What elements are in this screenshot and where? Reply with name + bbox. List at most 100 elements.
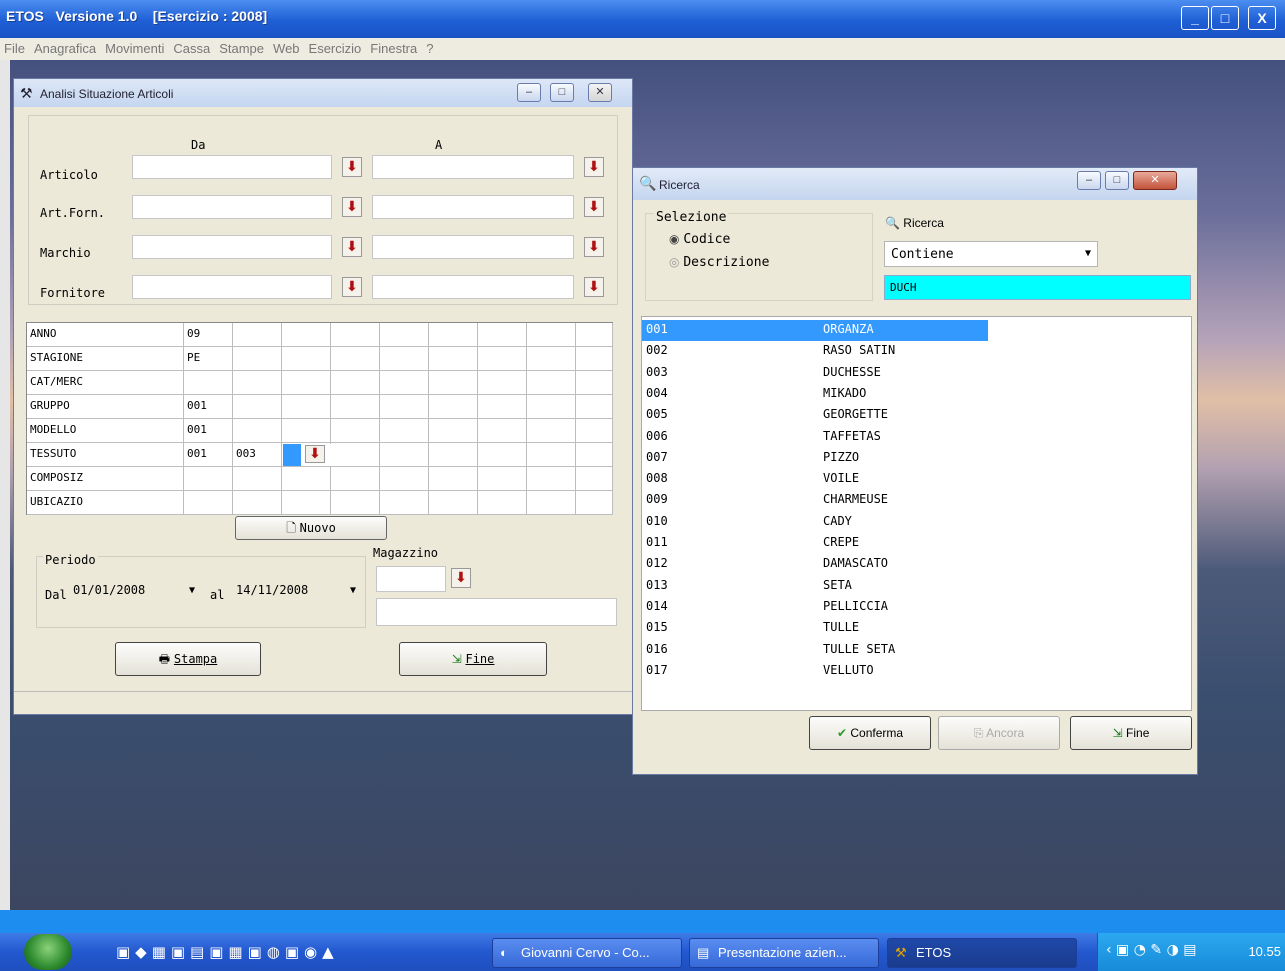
list-item[interactable]: 014 PELLICCIA	[642, 597, 1192, 618]
grid-cell[interactable]: 09	[184, 323, 233, 347]
grid-cell[interactable]	[331, 347, 380, 371]
grid-cell[interactable]	[380, 371, 429, 395]
conferma-button[interactable]: ✔ Conferma	[809, 716, 931, 750]
list-item[interactable]: 009 CHARMEUSE	[642, 490, 1192, 511]
ancora-button[interactable]: ⎘ Ancora	[938, 716, 1060, 750]
magazzino-desc-input[interactable]	[376, 598, 617, 626]
grid-cell[interactable]	[478, 467, 527, 491]
list-item[interactable]: 017 VELLUTO	[642, 661, 1192, 682]
list-item[interactable]: 015 TULLE	[642, 618, 1192, 639]
grid-cell[interactable]	[576, 491, 613, 515]
list-item[interactable]: 012 DAMASCATO	[642, 554, 1192, 575]
menu-cassa[interactable]: Cassa	[169, 38, 215, 56]
list-item[interactable]: 011 CREPE	[642, 533, 1192, 554]
list-item[interactable]: 002 RASO SATIN	[642, 341, 1192, 362]
grid-cell[interactable]	[527, 419, 576, 443]
grid-cell[interactable]	[233, 347, 282, 371]
menu-anagrafica[interactable]: Anagrafica	[30, 38, 101, 56]
grid-cell[interactable]	[233, 491, 282, 515]
grid-cell[interactable]: 001	[184, 443, 233, 467]
grid-cell[interactable]	[576, 371, 613, 395]
grid-cell[interactable]	[478, 347, 527, 371]
grid-cell[interactable]	[429, 419, 478, 443]
list-item[interactable]: 005 GEORGETTE	[642, 405, 1192, 426]
grid-cell[interactable]	[184, 371, 233, 395]
menu-movimenti[interactable]: Movimenti	[101, 38, 169, 56]
list-item[interactable]: 001 ORGANZA	[642, 320, 1192, 341]
app-minimize-button[interactable]: _	[1181, 6, 1209, 30]
opt-codice-radio[interactable]: ◉ Codice	[669, 232, 730, 247]
grid-cell[interactable]	[233, 371, 282, 395]
grid-cell[interactable]	[429, 347, 478, 371]
articolo-a-picker-icon[interactable]: ⬇	[584, 157, 604, 177]
grid-cell[interactable]	[576, 467, 613, 491]
grid-cell[interactable]	[331, 443, 380, 467]
analisi-maximize-button[interactable]: □	[550, 83, 574, 102]
ricerca-maximize-button[interactable]: □	[1105, 171, 1129, 190]
grid-cell[interactable]	[527, 467, 576, 491]
grid-cell[interactable]	[429, 395, 478, 419]
magazzino-picker-icon[interactable]: ⬇	[451, 568, 471, 588]
grid-cell[interactable]: 003	[233, 443, 282, 467]
opt-descrizione-radio[interactable]: ◎ Descrizione	[669, 255, 769, 270]
grid-cell[interactable]	[233, 467, 282, 491]
grid-cell[interactable]	[576, 395, 613, 419]
stampa-button[interactable]: 🖶 Stampa	[115, 642, 261, 676]
list-item[interactable]: 013 SETA	[642, 576, 1192, 597]
grid-cell[interactable]	[233, 419, 282, 443]
menu-stampe[interactable]: Stampe	[215, 38, 269, 56]
ricerca-fine-button[interactable]: ⇲ Fine	[1070, 716, 1192, 750]
grid-cell[interactable]	[331, 491, 380, 515]
ricerca-minimize-button[interactable]: –	[1077, 171, 1101, 190]
grid-cell[interactable]	[184, 467, 233, 491]
grid-cell[interactable]	[576, 347, 613, 371]
articolo-da-picker-icon[interactable]: ⬇	[342, 157, 362, 177]
grid-cell[interactable]	[331, 323, 380, 347]
grid-cell[interactable]	[429, 491, 478, 515]
ricerca-search-button[interactable]: 🔍 Ricerca	[885, 216, 944, 230]
grid-cell[interactable]	[233, 323, 282, 347]
marchio-a-picker-icon[interactable]: ⬇	[584, 237, 604, 257]
grid-cell[interactable]	[380, 347, 429, 371]
menu-finestra[interactable]: Finestra	[366, 38, 422, 56]
grid-cell[interactable]	[478, 323, 527, 347]
grid-cell[interactable]	[527, 443, 576, 467]
fornitore-da-picker-icon[interactable]: ⬇	[342, 277, 362, 297]
list-item[interactable]: 007 PIZZO	[642, 448, 1192, 469]
grid-cell[interactable]	[380, 491, 429, 515]
ricerca-close-button[interactable]: ✕	[1133, 171, 1177, 190]
grid-cell[interactable]	[380, 395, 429, 419]
grid-cell[interactable]	[576, 443, 613, 467]
grid-cell[interactable]	[282, 419, 331, 443]
marchio-a-input[interactable]	[372, 235, 574, 259]
list-item[interactable]: 010 CADY	[642, 512, 1192, 533]
al-date-select[interactable]: 14/11/2008 ▼	[232, 579, 362, 605]
artforn-a-input[interactable]	[372, 195, 574, 219]
artforn-a-picker-icon[interactable]: ⬇	[584, 197, 604, 217]
grid-cell[interactable]	[527, 347, 576, 371]
grid-cell[interactable]	[478, 395, 527, 419]
grid-cell[interactable]	[527, 371, 576, 395]
grid-cell[interactable]	[478, 371, 527, 395]
grid-cell[interactable]	[380, 443, 429, 467]
grid-cell[interactable]: 001	[184, 395, 233, 419]
grid-cell[interactable]	[331, 395, 380, 419]
menu-esercizio[interactable]: Esercizio	[305, 38, 367, 56]
grid-cell[interactable]	[429, 443, 478, 467]
start-button[interactable]	[24, 934, 72, 970]
grid-cell[interactable]	[576, 323, 613, 347]
nuovo-button[interactable]: 🗋 Nuovo	[235, 516, 387, 540]
search-input[interactable]: DUCH	[884, 275, 1191, 300]
analisi-fine-button[interactable]: ⇲ Fine	[399, 642, 547, 676]
analisi-close-button[interactable]: ✕	[588, 83, 612, 102]
analisi-minimize-button[interactable]: –	[517, 83, 541, 102]
grid-cell[interactable]	[331, 371, 380, 395]
grid-cell[interactable]	[576, 419, 613, 443]
list-item[interactable]: 006 TAFFETAS	[642, 427, 1192, 448]
grid-cell[interactable]	[282, 371, 331, 395]
grid-cell[interactable]: 001	[184, 419, 233, 443]
grid-cell[interactable]	[429, 371, 478, 395]
grid-cell[interactable]	[331, 467, 380, 491]
grid-cell[interactable]	[527, 491, 576, 515]
grid-cell[interactable]	[429, 323, 478, 347]
